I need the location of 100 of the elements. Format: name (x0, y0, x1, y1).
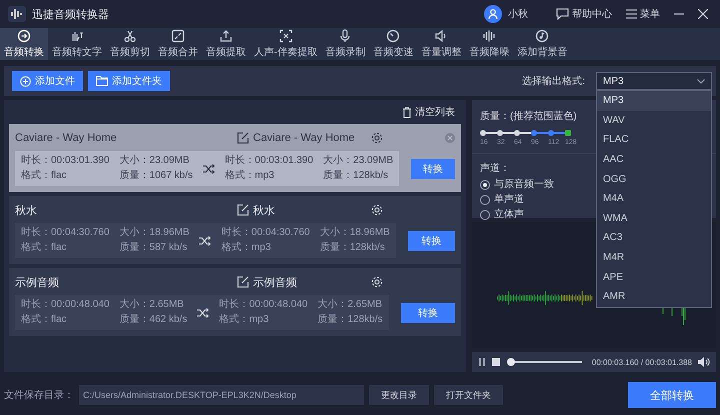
gauge-icon (386, 29, 400, 43)
tool-tab[interactable]: 添加背景音 (513, 28, 572, 60)
file-card[interactable]: Caviare - Way Home Caviare - Way Home 时长：00:03:01.390 大小：23.09MB 时长：00:03:01.390 大小：23.09MB 格式：flac 质量：1067 kb/s 格式：mp3 质量：128kb/s 转换 (9, 124, 461, 192)
duration-text: 时长：00:04:30.760 (21, 227, 110, 239)
close-icon (698, 9, 708, 19)
shuffle-icon (197, 308, 210, 318)
pause-icon[interactable] (478, 358, 486, 366)
format-option[interactable]: AC3 (597, 228, 711, 248)
settings-icon[interactable] (371, 132, 383, 144)
chevron-down-icon (697, 78, 705, 84)
tool-tab[interactable]: 音频剪切 (106, 28, 154, 60)
format-option[interactable]: WAV (597, 110, 711, 130)
quality-point[interactable] (480, 130, 486, 136)
save-path-label: 文件保存目录： (4, 388, 74, 402)
logo-icon (8, 6, 26, 22)
format-option[interactable]: MP3 (597, 91, 711, 111)
format-option[interactable]: M4A (597, 188, 711, 209)
quality-point[interactable] (497, 130, 503, 136)
clear-list-button[interactable]: 清空列表 (396, 104, 461, 120)
speaker-icon (434, 29, 448, 43)
channel-option[interactable]: 与原音频一致 (480, 179, 554, 191)
tool-tab[interactable]: 音频变速 (369, 28, 418, 60)
convert-icon (17, 29, 31, 43)
quality-text: 质量：587 kb/s (119, 242, 188, 254)
channel-label: 声道： (480, 163, 510, 175)
radio-icon[interactable] (480, 180, 490, 190)
tool-tab[interactable]: 音频提取 (202, 28, 250, 60)
open-folder-button[interactable]: 打开文件夹 (434, 385, 503, 405)
size-text: 大小：18.96MB (320, 227, 390, 239)
size-text: 大小：23.09MB (119, 155, 190, 167)
format-text: 格式：flac (21, 314, 68, 326)
quality-text: 质量：128kb/s (318, 314, 383, 326)
output-name: Caviare - Way Home (253, 132, 355, 144)
convert-button[interactable]: 转换 (400, 302, 455, 322)
tool-tab[interactable]: 音量调整 (417, 28, 466, 60)
shuffle-icon (199, 236, 212, 246)
signal-spikes-drawing (662, 308, 686, 326)
add-folder-button[interactable]: 添加文件夹 (88, 71, 170, 91)
music-disc-icon (535, 29, 550, 43)
format-text: 格式：mp3 (221, 242, 272, 254)
quality-text: 质量：462 kb/s (119, 314, 188, 326)
quality-text: 质量：128kb/s (323, 170, 390, 182)
channel-option[interactable]: 单声道 (480, 194, 524, 206)
tool-tab[interactable]: 音频转换 (0, 28, 48, 60)
duration-text: 时长：00:00:48.040 (21, 299, 110, 311)
edit-icon[interactable] (237, 132, 249, 144)
output-name: 秋水 (253, 204, 275, 218)
change-folder-button[interactable]: 更改目录 (369, 385, 429, 405)
format-text: 格式：flac (21, 170, 68, 182)
trash-icon (402, 106, 412, 118)
tool-tab[interactable]: 音频合并 (154, 28, 202, 60)
upload-icon (219, 29, 233, 43)
scan-icon (278, 29, 293, 43)
format-option[interactable]: FLAC (597, 130, 711, 150)
size-text: 大小：18.96MB (119, 227, 190, 239)
radio-icon[interactable] (480, 195, 490, 205)
duration-text: 时长：00:00:48.040 (219, 299, 308, 311)
save-path-field[interactable]: C:/Users/Administrator.DESKTOP-EPL3K2N/Desktop (79, 385, 364, 405)
microphone-icon (338, 29, 352, 43)
help-button[interactable]: 帮助中心 (552, 7, 616, 21)
merge-icon (171, 29, 185, 43)
duration-text: 时长：00:03:01.390 (224, 155, 314, 167)
format-text: 格式：mp3 (224, 170, 276, 182)
playback-time: 00:00:03.160 / 00:03:01.388 (592, 358, 692, 366)
radio-icon[interactable] (480, 210, 490, 220)
scissors-icon (123, 29, 137, 43)
format-option[interactable]: OGG (597, 169, 711, 189)
quality-label: 质量：(推荐范围蓝色) (480, 111, 577, 123)
quality-text: 质量：1067 kb/s (119, 170, 193, 182)
file-card[interactable]: 秋水 秋水 时长：00:04:30.760 大小：18.96MB 时长：00:04:30.760 大小：18.96MB 格式：flac 质量：587 kb/s 格式：mp3 质量：128kb/s 转换 (9, 196, 461, 264)
progress-slider[interactable] (510, 358, 582, 366)
convert-button[interactable]: 转换 (411, 158, 455, 178)
quality-point[interactable] (531, 130, 537, 136)
format-option[interactable]: WMA (597, 208, 711, 228)
format-label: 选择输出格式: (522, 74, 585, 88)
duration-text: 时长：00:04:30.760 (221, 227, 310, 239)
menu-button[interactable]: 菜单 (622, 7, 664, 21)
format-option[interactable]: AMR (597, 286, 711, 307)
format-select[interactable]: MP3 (596, 72, 712, 90)
size-text: 大小：23.09MB (323, 155, 394, 167)
file-card[interactable]: 示例音频 示例音频 时长：00:00:48.040 大小：2.65MB 时长：00:00:48.040 大小：2.65MB 格式：flac 质量：462 kb/s 格式：mp3 质量：128kb/s 转换 (9, 268, 461, 336)
convert-all-button[interactable]: 全部转换 (628, 382, 716, 408)
quality-point[interactable] (514, 130, 520, 136)
format-option[interactable]: M4R (597, 248, 711, 268)
tool-tab[interactable]: 音频转文字 (48, 28, 106, 60)
quality-text: 质量：128kb/s (320, 242, 386, 254)
progress-thumb[interactable] (507, 358, 516, 366)
folder-icon (96, 76, 108, 86)
tool-tab[interactable]: 音频降噪 (465, 28, 514, 60)
tool-tab[interactable]: 音频录制 (321, 28, 370, 60)
tool-tab[interactable]: 人声-伴奏提取 (250, 28, 322, 60)
shuffle-icon (202, 164, 215, 174)
format-option[interactable]: AAC (597, 150, 711, 170)
convert-button[interactable]: 转换 (408, 230, 455, 250)
add-file-button[interactable]: 添加文件 (12, 71, 83, 91)
channel-option[interactable]: 立体声 (480, 209, 524, 221)
avatar-icon[interactable] (484, 5, 502, 23)
volume-icon[interactable] (698, 357, 710, 367)
format-option[interactable]: APE (597, 267, 711, 287)
source-name: 秋水 (15, 204, 38, 218)
